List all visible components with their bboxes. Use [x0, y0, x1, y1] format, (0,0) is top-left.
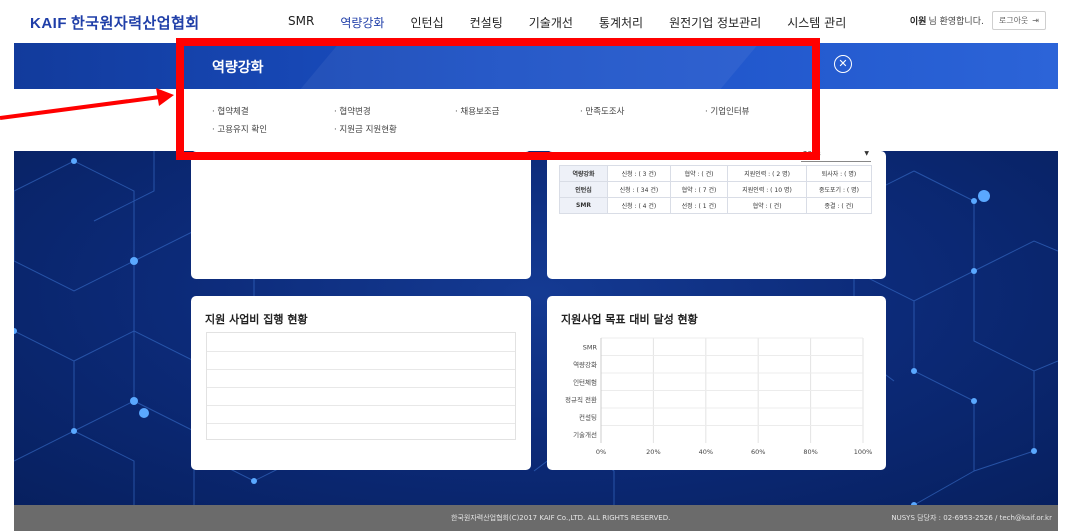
program-status-card: 2023 ▼ 역량강화 신청 : ( 3 건) 협약 : ( 건) 지원인력 : ( …: [547, 150, 886, 279]
table-cell: 중도포기 : ( 명): [805, 181, 873, 198]
top-header: KAIF 한국원자력산업협회 SMR 역량강화 인턴십 컨설팅 기술개선 통계처리 원전기업 …: [0, 0, 1066, 40]
y-category-label: 기술개선: [573, 430, 597, 439]
submenu-item-satisfaction-survey[interactable]: · 만족도조사: [580, 105, 625, 117]
footer-contact: NUSYS 담당자 : 02-6953-2526 / tech@kaif.or.…: [891, 514, 1052, 522]
table-cell: 종결 : ( 건): [805, 197, 873, 214]
footer-copyright: 한국원자력산업협회(C)2017 KAIF Co.,LTD. ALL RIGHT…: [451, 514, 671, 522]
table-cell: 협약 : ( 건): [669, 165, 729, 182]
logout-button[interactable]: 로그아웃 ⇥: [991, 11, 1046, 30]
logout-icon: ⇥: [1032, 16, 1039, 25]
network-background: [14, 151, 1058, 505]
row-header: 인턴십: [559, 181, 608, 198]
table-row: 인턴십 신청 : ( 34 건) 협약 : ( 7 건) 지원인력 : ( 10 명)…: [559, 181, 873, 198]
x-tick-label: 80%: [803, 448, 817, 456]
budget-execution-card: 지원 사업비 집행 현황: [191, 296, 531, 470]
achievement-card: 지원사업 목표 대비 달성 현황 0% 20% 40% 60% 80% 100% SMR 역량…: [547, 296, 886, 470]
summary-card-left: [191, 151, 531, 279]
x-tick-label: 0%: [596, 448, 606, 456]
table-cell: 협약 : ( 건): [727, 197, 807, 214]
nav-item-5[interactable]: 통계처리: [599, 14, 643, 31]
nav-item-7[interactable]: 시스템 관리: [787, 14, 846, 31]
submenu-item-subsidy-status[interactable]: · 지원금 지원현황: [334, 123, 397, 135]
network-pattern: [14, 151, 1058, 505]
row-header: 역량강화: [559, 165, 608, 182]
logout-label: 로그아웃: [998, 16, 1029, 25]
grid-line: [207, 369, 515, 370]
banner-title: 역량강화: [212, 60, 264, 76]
submenu-item-agreement-change[interactable]: · 협약변경: [334, 105, 371, 117]
footer: 한국원자력산업협회(C)2017 KAIF Co.,LTD. ALL RIGHT…: [14, 505, 1058, 531]
x-tick-label: 100%: [854, 448, 873, 456]
grid-line: [207, 387, 515, 388]
table-cell: 선정 : ( 1 건): [669, 197, 729, 214]
mega-menu-banner: 역량강화 ✕: [14, 43, 1058, 89]
logo-kr: 한국원자력산업협회: [71, 15, 200, 32]
nav-item-1[interactable]: 역량강화: [340, 14, 384, 31]
table-cell: 신청 : ( 34 건): [607, 181, 671, 198]
x-tick-label: 60%: [751, 448, 765, 456]
table-row: SMR 신청 : ( 4 건) 선정 : ( 1 건) 협약 : ( 건) 종결 : (…: [559, 197, 873, 214]
table-cell: 협약 : ( 7 건): [669, 181, 729, 198]
table-cell: 신청 : ( 4 건): [607, 197, 671, 214]
table-cell: 퇴사자 : ( 명): [805, 165, 873, 182]
table-row: 역량강화 신청 : ( 3 건) 협약 : ( 건) 지원인력 : ( 2 명) 퇴사자…: [559, 165, 873, 182]
row-header: SMR: [559, 197, 608, 214]
nav-item-0[interactable]: SMR: [288, 14, 314, 31]
table-cell: 지원인력 : ( 10 명): [727, 181, 807, 198]
grid-line: [207, 423, 515, 424]
nav-item-3[interactable]: 컨설팅: [470, 14, 503, 31]
submenu-item-agreement[interactable]: · 협약체결: [212, 105, 249, 117]
chevron-down-icon: ▼: [864, 150, 869, 157]
y-category-label: SMR: [583, 343, 598, 351]
budget-card-title: 지원 사업비 집행 현황: [205, 313, 308, 326]
y-category-label: 컨설팅: [579, 412, 597, 421]
logo-en: KAIF: [30, 15, 67, 32]
submenu-item-employment-check[interactable]: · 고용유지 확인: [212, 123, 267, 135]
user-name: 이원: [909, 17, 927, 27]
nav-item-2[interactable]: 인턴십: [410, 14, 443, 31]
welcome-text: 님 환영합니다.: [928, 17, 984, 27]
year-value: 2023: [803, 150, 821, 158]
nav-item-6[interactable]: 원전기업 정보관리: [669, 14, 761, 31]
submenu-item-company-interview[interactable]: · 기업인터뷰: [705, 105, 750, 117]
nav-item-4[interactable]: 기술개선: [529, 14, 573, 31]
main-nav: SMR 역량강화 인턴십 컨설팅 기술개선 통계처리 원전기업 정보관리 시스템 관리: [288, 14, 872, 31]
kaif-logo[interactable]: KAIF 한국원자력산업협회: [30, 12, 200, 33]
achievement-bar-chart: 0% 20% 40% 60% 80% 100% SMR 역량강화인턴체험정규직 전환컨설팅기술…: [565, 337, 873, 456]
budget-chart-area: [206, 332, 516, 440]
y-category-label: 인턴체험: [573, 377, 597, 386]
grid-line: [207, 351, 515, 352]
close-icon[interactable]: ✕: [834, 55, 852, 73]
year-select[interactable]: 2023 ▼: [801, 150, 871, 162]
y-category-label: 정규직 전환: [565, 395, 597, 404]
y-category-label: 역량강화: [573, 360, 597, 369]
grid-line: [207, 405, 515, 406]
table-cell: 지원인력 : ( 2 명): [727, 165, 807, 182]
x-tick-label: 20%: [646, 448, 660, 456]
submenu-panel: · 협약체결 · 협약변경 · 채용보조금 · 만족도조사 · 기업인터뷰 · …: [14, 89, 1058, 151]
x-tick-label: 40%: [699, 448, 713, 456]
program-status-table: 역량강화 신청 : ( 3 건) 협약 : ( 건) 지원인력 : ( 2 명) 퇴사자…: [559, 165, 873, 214]
submenu-item-hiring-subsidy[interactable]: · 채용보조금: [455, 105, 500, 117]
user-area: 이원 님 환영합니다. 로그아웃 ⇥: [910, 11, 1046, 30]
table-cell: 신청 : ( 3 건): [607, 165, 671, 182]
